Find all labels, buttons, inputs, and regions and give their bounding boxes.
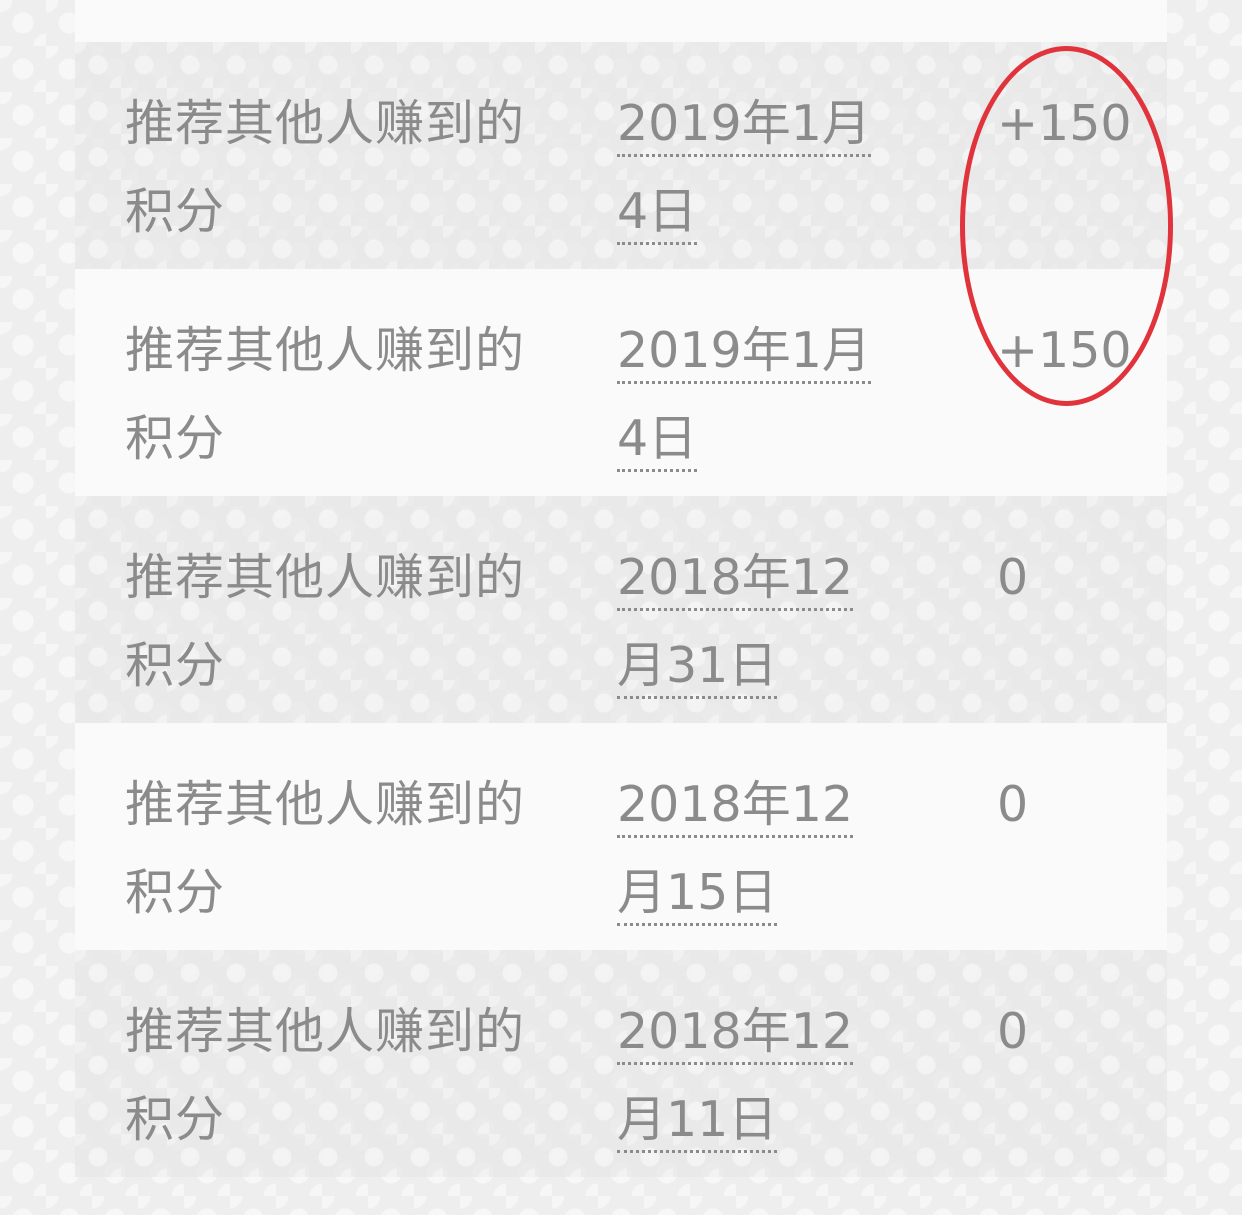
row-description: 推荐其他人赚到的积分 (125, 776, 526, 921)
points-row: 推荐其他人赚到的积分 2019年1月4日 +150 (75, 42, 1167, 269)
row-date-link[interactable]: 2019年1月4日 (617, 322, 871, 472)
points-row: 推荐其他人赚到的积分 2019年1月4日 +150 (75, 269, 1167, 496)
row-date-link[interactable]: 2018年12月15日 (617, 776, 854, 926)
points-history-card: 推荐其他人赚到的积分 2019年1月4日 +150 推荐其他人赚到的积分 201… (75, 0, 1167, 1215)
row-description: 推荐其他人赚到的积分 (125, 549, 526, 694)
row-points: 0 (997, 549, 1029, 606)
row-date[interactable]: 2018年12月15日 (617, 761, 887, 937)
card-top-strip (75, 0, 1167, 42)
row-date-link[interactable]: 2018年12月11日 (617, 1003, 854, 1153)
points-row: 推荐其他人赚到的积分 2018年12月31日 0 (75, 496, 1167, 723)
row-date-link[interactable]: 2019年1月4日 (617, 95, 871, 245)
row-points: +150 (997, 95, 1132, 152)
points-row: 推荐其他人赚到的积分 2018年12月11日 0 (75, 950, 1167, 1177)
row-points: 0 (997, 776, 1029, 833)
row-description: 推荐其他人赚到的积分 (125, 322, 526, 467)
row-date[interactable]: 2018年12月11日 (617, 988, 887, 1164)
row-description: 推荐其他人赚到的积分 (125, 95, 526, 240)
row-date[interactable]: 2018年12月31日 (617, 534, 887, 710)
row-date[interactable]: 2019年1月4日 (617, 307, 887, 483)
row-description: 推荐其他人赚到的积分 (125, 1003, 526, 1148)
row-points: 0 (997, 1003, 1029, 1060)
row-date-link[interactable]: 2018年12月31日 (617, 549, 854, 699)
row-points: +150 (997, 322, 1132, 379)
points-row: 推荐其他人赚到的积分 2018年12月15日 0 (75, 723, 1167, 950)
row-date[interactable]: 2019年1月4日 (617, 80, 887, 256)
